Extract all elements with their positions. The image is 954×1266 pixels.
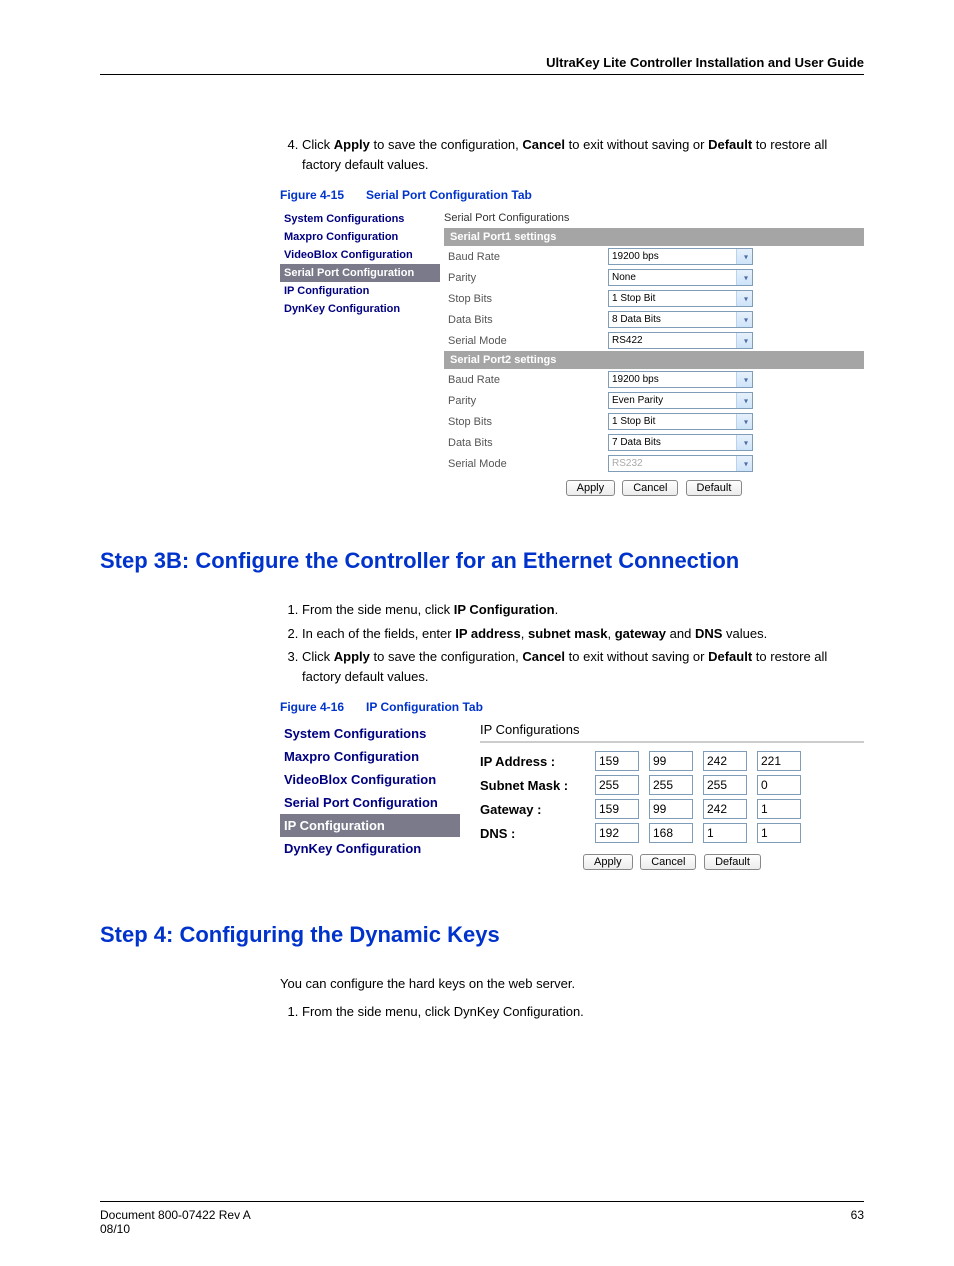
chevron-down-icon: ▾ bbox=[744, 294, 748, 303]
field-label: DNS : bbox=[480, 826, 595, 841]
ip-octet-input[interactable]: 0 bbox=[757, 775, 801, 795]
field-label: Data Bits bbox=[448, 314, 608, 326]
ip-octet-input[interactable]: 168 bbox=[649, 823, 693, 843]
side-menu: System Configurations Maxpro Configurati… bbox=[280, 722, 460, 870]
ip-octet-input[interactable]: 192 bbox=[595, 823, 639, 843]
step-item: In each of the fields, enter IP address,… bbox=[302, 624, 864, 644]
ip-octet-input[interactable]: 255 bbox=[649, 775, 693, 795]
chevron-down-icon: ▾ bbox=[744, 336, 748, 345]
baud-rate-select[interactable]: 19200 bps▾ bbox=[608, 371, 753, 388]
ip-octet-input[interactable]: 99 bbox=[649, 799, 693, 819]
footer-doc: Document 800-07422 Rev A bbox=[100, 1208, 251, 1222]
ip-octet-input[interactable]: 99 bbox=[649, 751, 693, 771]
field-label: Gateway : bbox=[480, 802, 595, 817]
data-bits-select[interactable]: 8 Data Bits▾ bbox=[608, 311, 753, 328]
nav-item[interactable]: Maxpro Configuration bbox=[280, 228, 440, 246]
chevron-down-icon: ▾ bbox=[744, 438, 748, 447]
field-label: Stop Bits bbox=[448, 293, 608, 305]
field-label: Parity bbox=[448, 395, 608, 407]
default-button[interactable]: Default bbox=[704, 854, 761, 870]
field-label: Baud Rate bbox=[448, 251, 608, 263]
step-item: Click Apply to save the configuration, C… bbox=[302, 135, 864, 174]
chevron-down-icon: ▾ bbox=[744, 273, 748, 282]
field-label: Baud Rate bbox=[448, 374, 608, 386]
nav-item[interactable]: IP Configuration bbox=[280, 282, 440, 300]
field-label: Serial Mode bbox=[448, 335, 608, 347]
ip-octet-input[interactable]: 1 bbox=[757, 823, 801, 843]
stop-bits-select[interactable]: 1 Stop Bit▾ bbox=[608, 290, 753, 307]
field-label: IP Address : bbox=[480, 754, 595, 769]
nav-item[interactable]: DynKey Configuration bbox=[280, 300, 440, 318]
step-item: Click Apply to save the configuration, C… bbox=[302, 647, 864, 686]
cancel-button[interactable]: Cancel bbox=[622, 480, 678, 496]
nav-item[interactable]: System Configurations bbox=[280, 722, 460, 745]
step-item: From the side menu, click IP Configurati… bbox=[302, 600, 864, 620]
ip-octet-input[interactable]: 242 bbox=[703, 799, 747, 819]
nav-item[interactable]: DynKey Configuration bbox=[280, 837, 460, 860]
cancel-button[interactable]: Cancel bbox=[640, 854, 696, 870]
page-footer: Document 800-07422 Rev A 08/10 63 bbox=[100, 1201, 864, 1236]
chevron-down-icon: ▾ bbox=[744, 252, 748, 261]
ip-octet-input[interactable]: 1 bbox=[703, 823, 747, 843]
section-heading-step4: Step 4: Configuring the Dynamic Keys bbox=[100, 922, 864, 948]
section-heading-step3b: Step 3B: Configure the Controller for an… bbox=[100, 548, 864, 574]
field-label: Serial Mode bbox=[448, 458, 608, 470]
parity-select[interactable]: Even Parity▾ bbox=[608, 392, 753, 409]
ip-octet-input[interactable]: 159 bbox=[595, 799, 639, 819]
ip-octet-input[interactable]: 221 bbox=[757, 751, 801, 771]
nav-item[interactable]: Maxpro Configuration bbox=[280, 745, 460, 768]
section-header: Serial Port2 settings bbox=[444, 351, 864, 369]
ip-octet-input[interactable]: 255 bbox=[595, 775, 639, 795]
field-label: Parity bbox=[448, 272, 608, 284]
panel-title: Serial Port Configurations bbox=[444, 210, 864, 228]
apply-button[interactable]: Apply bbox=[566, 480, 616, 496]
side-menu: System Configurations Maxpro Configurati… bbox=[280, 210, 440, 496]
serial-mode-select[interactable]: RS422▾ bbox=[608, 332, 753, 349]
figure-caption: Figure 4-16IP Configuration Tab bbox=[280, 700, 864, 714]
chevron-down-icon: ▾ bbox=[744, 459, 748, 468]
ip-octet-input[interactable]: 255 bbox=[703, 775, 747, 795]
default-button[interactable]: Default bbox=[686, 480, 743, 496]
chevron-down-icon: ▾ bbox=[744, 417, 748, 426]
field-label: Data Bits bbox=[448, 437, 608, 449]
figure-ip-config: System Configurations Maxpro Configurati… bbox=[280, 722, 864, 870]
footer-date: 08/10 bbox=[100, 1222, 251, 1236]
nav-item-selected[interactable]: Serial Port Configuration bbox=[280, 264, 440, 282]
stop-bits-select[interactable]: 1 Stop Bit▾ bbox=[608, 413, 753, 430]
figure-caption: Figure 4-15Serial Port Configuration Tab bbox=[280, 188, 864, 202]
nav-item[interactable]: VideoBlox Configuration bbox=[280, 768, 460, 791]
panel-title: IP Configurations bbox=[480, 722, 864, 743]
parity-select[interactable]: None▾ bbox=[608, 269, 753, 286]
chevron-down-icon: ▾ bbox=[744, 315, 748, 324]
section-header: Serial Port1 settings bbox=[444, 228, 864, 246]
page-header: UltraKey Lite Controller Installation an… bbox=[100, 55, 864, 75]
field-label: Stop Bits bbox=[448, 416, 608, 428]
apply-button[interactable]: Apply bbox=[583, 854, 633, 870]
baud-rate-select[interactable]: 19200 bps▾ bbox=[608, 248, 753, 265]
page-number: 63 bbox=[851, 1208, 864, 1236]
ip-octet-input[interactable]: 1 bbox=[757, 799, 801, 819]
paragraph: You can configure the hard keys on the w… bbox=[280, 974, 864, 994]
data-bits-select[interactable]: 7 Data Bits▾ bbox=[608, 434, 753, 451]
chevron-down-icon: ▾ bbox=[744, 375, 748, 384]
ip-octet-input[interactable]: 242 bbox=[703, 751, 747, 771]
field-label: Subnet Mask : bbox=[480, 778, 595, 793]
figure-serial-port: System Configurations Maxpro Configurati… bbox=[280, 210, 864, 496]
chevron-down-icon: ▾ bbox=[744, 396, 748, 405]
step-item: From the side menu, click DynKey Configu… bbox=[302, 1002, 864, 1022]
ip-octet-input[interactable]: 159 bbox=[595, 751, 639, 771]
nav-item-selected[interactable]: IP Configuration bbox=[280, 814, 460, 837]
nav-item[interactable]: Serial Port Configuration bbox=[280, 791, 460, 814]
nav-item[interactable]: VideoBlox Configuration bbox=[280, 246, 440, 264]
serial-mode-select-disabled: RS232▾ bbox=[608, 455, 753, 472]
nav-item[interactable]: System Configurations bbox=[280, 210, 440, 228]
